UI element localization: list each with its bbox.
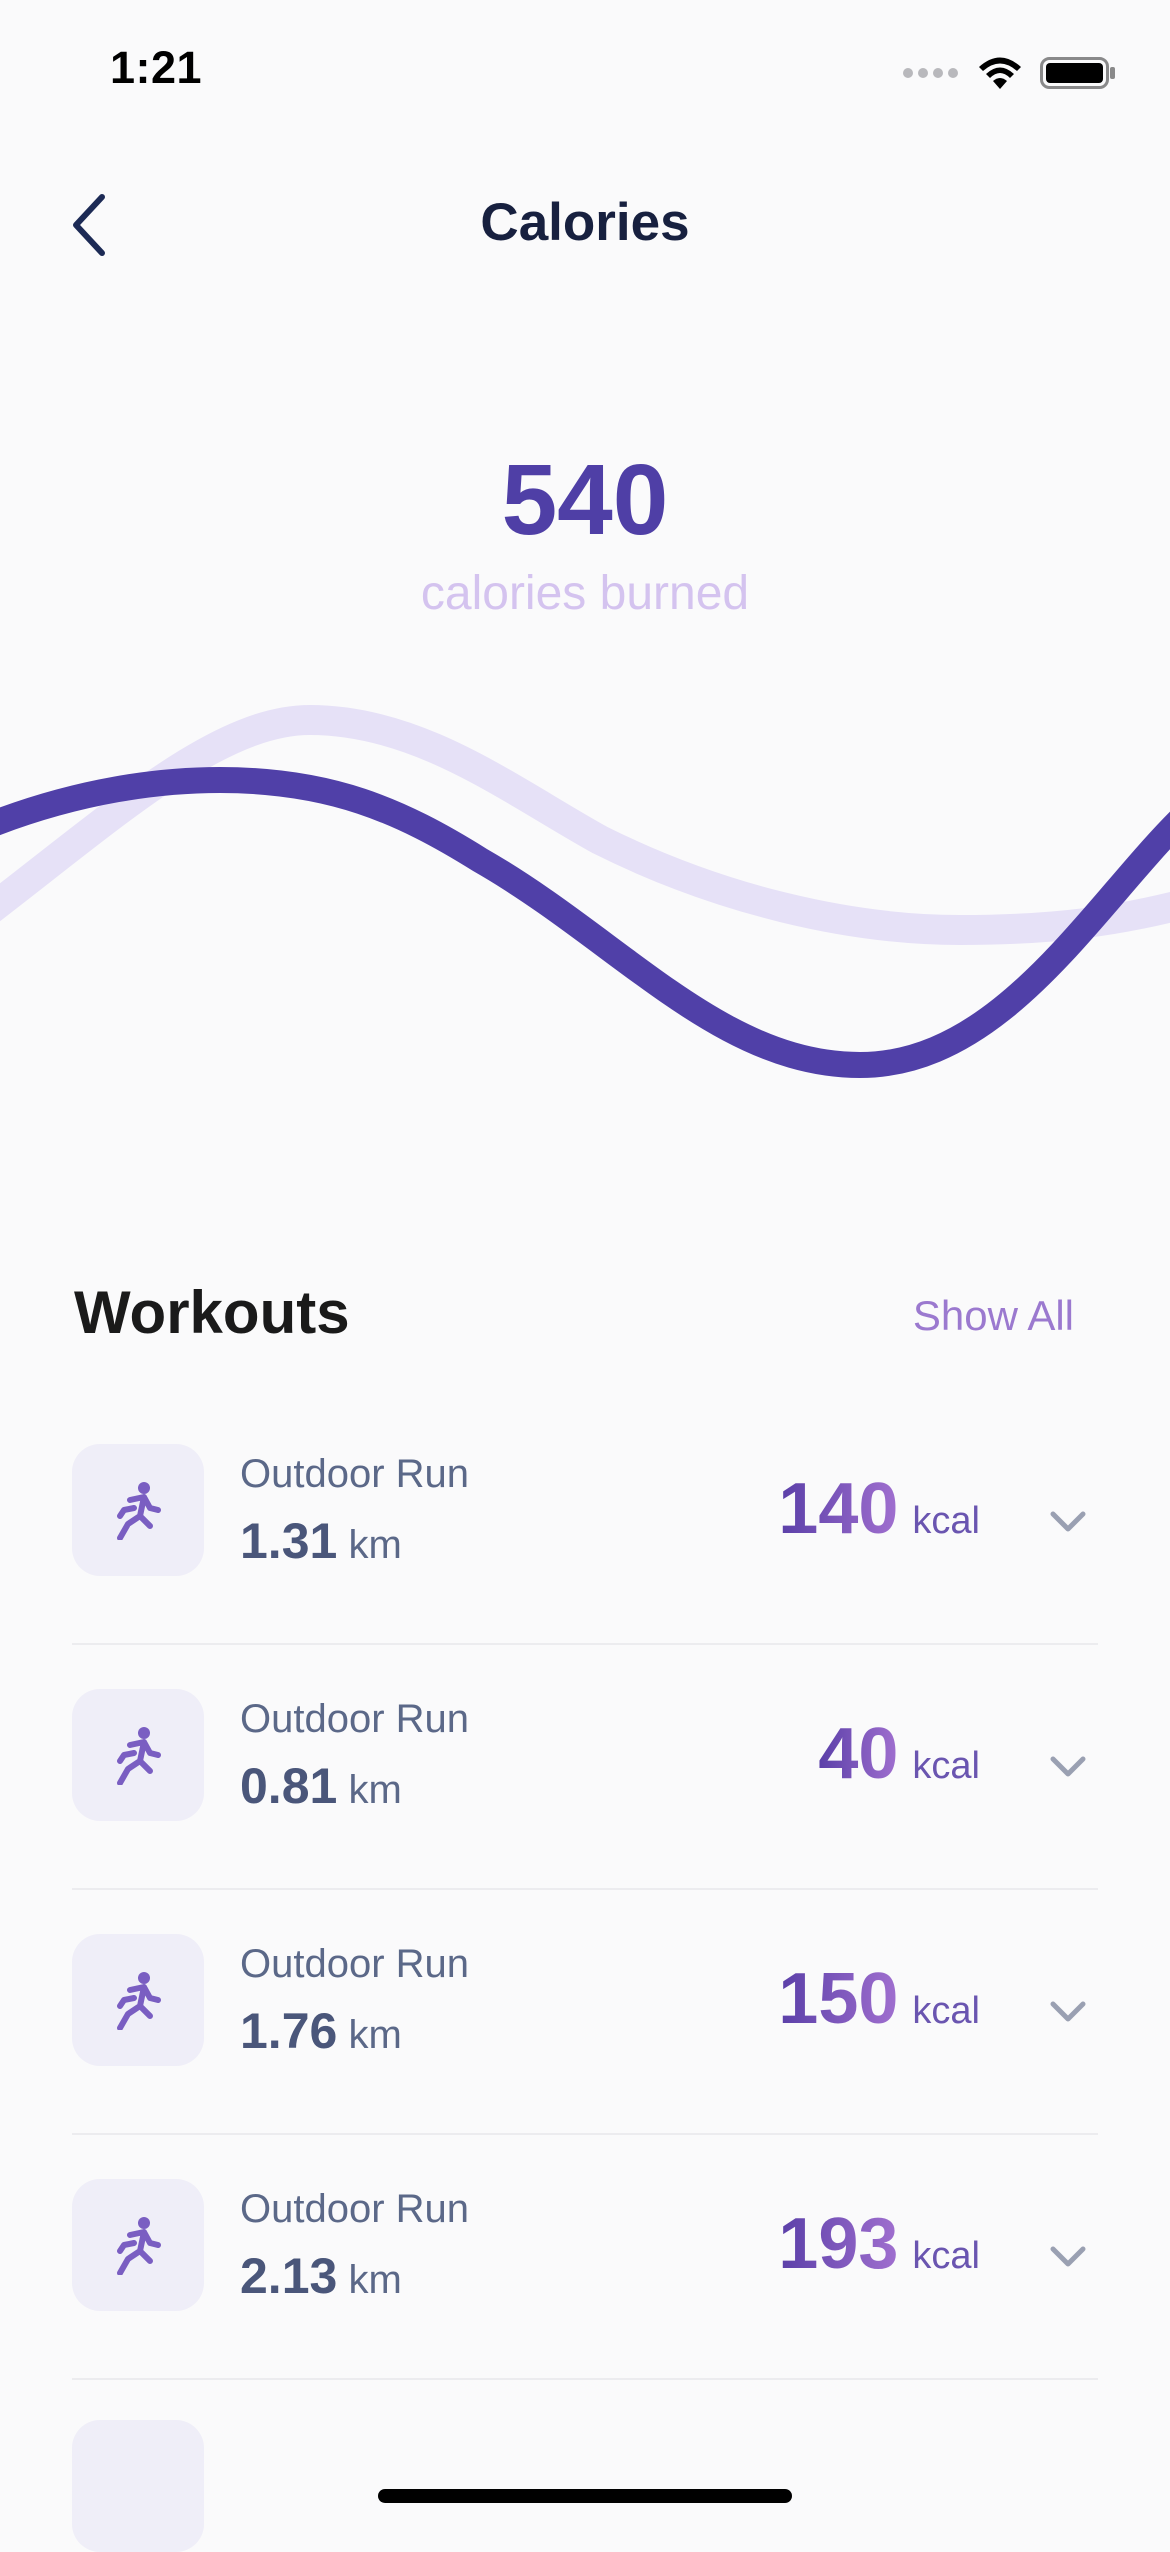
workout-row-partial [72,2380,1098,2552]
workout-calories-unit: kcal [912,2235,980,2277]
workout-calories-value: 193 [778,2204,899,2284]
workout-name: Outdoor Run [240,1452,470,1496]
workout-icon-box [72,2420,204,2552]
workout-calories: 140 kcal [778,1468,980,1550]
workout-icon-box [72,1934,204,2066]
status-time: 1:21 [110,42,203,93]
workout-distance-unit: km [348,1523,402,1567]
workout-list: Outdoor Run 1.31 km 140 kcal Outdoor Run… [72,1400,1098,2552]
workout-name: Outdoor Run [240,2187,470,2231]
workout-distance: 1.76 km [240,2002,402,2060]
workout-row[interactable]: Outdoor Run 2.13 km 193 kcal [72,2135,1098,2380]
chevron-down-icon [1050,1756,1086,1777]
workout-row[interactable]: Outdoor Run 0.81 km 40 kcal [72,1645,1098,1890]
calories-wave-chart [0,704,1170,1079]
workout-distance-unit: km [348,2013,402,2057]
workout-distance-value: 1.76 [240,2003,338,2059]
home-indicator[interactable] [378,2489,792,2503]
running-icon [117,1972,161,2030]
workout-calories: 150 kcal [778,1958,980,2040]
expand-button[interactable] [1038,1492,1098,1552]
show-all-link[interactable]: Show All [913,1292,1074,1340]
workout-calories-unit: kcal [912,1500,980,1542]
wifi-icon [979,57,1021,89]
running-icon [117,1727,161,1785]
workout-icon-box [72,2179,204,2311]
workout-row[interactable]: Outdoor Run 1.76 km 150 kcal [72,1890,1098,2135]
workout-calories-unit: kcal [912,1745,980,1787]
workout-distance: 1.31 km [240,1512,402,1570]
workout-calories-value: 140 [778,1469,899,1549]
workout-name: Outdoor Run [240,1942,470,1986]
battery-icon [1040,57,1115,89]
chevron-down-icon [1050,2246,1086,2267]
expand-button[interactable] [1038,2227,1098,2287]
workout-row[interactable]: Outdoor Run 1.31 km 140 kcal [72,1400,1098,1645]
cellular-signal-icon [903,68,958,78]
chevron-down-icon [1050,2001,1086,2022]
page-title: Calories [480,193,690,252]
workout-distance: 2.13 km [240,2247,402,2305]
workout-calories: 193 kcal [778,2203,980,2285]
workout-icon-box [72,1444,204,1576]
workout-distance-unit: km [348,1768,402,1812]
expand-button[interactable] [1038,1982,1098,2042]
workout-icon-box [72,1689,204,1821]
workout-distance-value: 0.81 [240,1758,338,1814]
workout-calories-unit: kcal [912,1990,980,2032]
status-icons [903,54,1116,92]
running-icon [117,2217,161,2275]
workouts-title: Workouts [74,1279,350,1346]
workout-name: Outdoor Run [240,1697,470,1741]
chevron-down-icon [1050,1511,1086,1532]
workout-calories: 40 kcal [818,1713,980,1795]
workout-distance: 0.81 km [240,1757,402,1815]
expand-button[interactable] [1038,1737,1098,1797]
workout-calories-value: 150 [778,1959,899,2039]
workout-distance-value: 1.31 [240,1513,338,1569]
workout-distance-value: 2.13 [240,2248,338,2304]
running-icon [117,1482,161,1540]
workout-distance-unit: km [348,2258,402,2302]
calories-label: calories burned [420,567,750,620]
wave-secondary-line [0,704,1170,946]
calories-total: 540 [501,444,669,556]
workout-calories-value: 40 [818,1714,899,1794]
